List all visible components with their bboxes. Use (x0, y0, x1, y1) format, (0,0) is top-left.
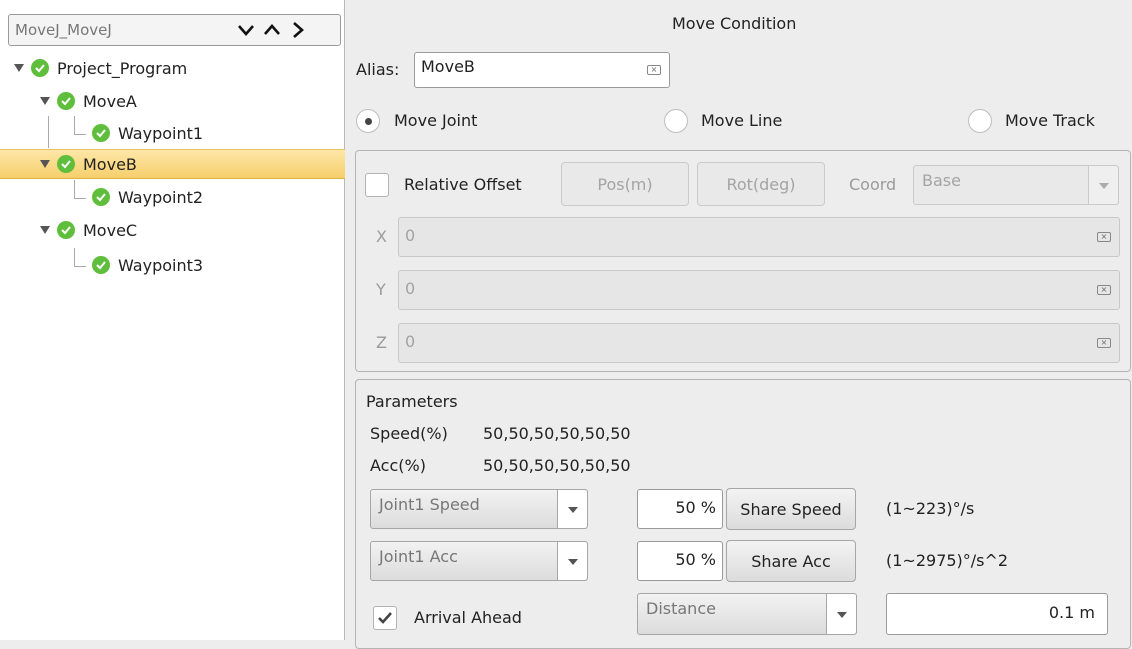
tree-node-label: Waypoint1 (118, 123, 204, 143)
move-line-radio[interactable] (664, 109, 688, 133)
move-track-radio[interactable] (968, 109, 992, 133)
x-input[interactable]: 0 × (398, 217, 1120, 257)
joint-speed-percent-value: 50 % (675, 498, 716, 517)
dropdown-arrow-icon (557, 542, 587, 580)
relative-offset-label: Relative Offset (404, 175, 522, 194)
arrival-distance-input[interactable]: 0.1 m (886, 593, 1108, 635)
check-circle-icon (57, 155, 75, 173)
arrival-mode-select[interactable]: Distance (637, 593, 857, 635)
check-circle-icon (57, 92, 75, 110)
joint-acc-percent-value: 50 % (675, 550, 716, 569)
tree-connector (74, 198, 86, 199)
chevron-down-icon[interactable] (235, 19, 257, 41)
dropdown-arrow-icon (557, 490, 587, 528)
acc-label: Acc(%) (370, 456, 426, 475)
clear-icon[interactable]: × (1097, 232, 1111, 242)
acc-range-label: (1~2975)°/s^2 (886, 551, 1009, 570)
check-circle-icon (92, 124, 110, 142)
panel-title: Move Condition (672, 14, 797, 33)
expand-arrow-icon[interactable] (40, 226, 50, 234)
clear-icon[interactable]: × (647, 65, 661, 75)
chevron-up-icon[interactable] (261, 19, 283, 41)
tree-node-waypoint3[interactable]: Waypoint3 (92, 250, 203, 280)
x-value: 0 (405, 226, 416, 245)
x-label: X (376, 227, 387, 246)
tree-node-label: MoveB (83, 154, 137, 174)
move-joint-radio[interactable] (356, 109, 380, 133)
joint-acc-select-value: Joint1 Acc (379, 547, 458, 566)
coord-value: Base (922, 171, 961, 190)
dropdown-arrow-icon (826, 594, 856, 634)
speed-range-label: (1~223)°/s (886, 499, 975, 518)
clear-icon[interactable]: × (1097, 338, 1111, 348)
clear-icon[interactable]: × (1097, 285, 1111, 295)
check-circle-icon (92, 188, 110, 206)
joint-speed-select-value: Joint1 Speed (379, 495, 480, 514)
z-input[interactable]: 0 × (398, 323, 1120, 363)
program-tree-panel: MoveJ_MoveJ Project_Program MoveA Waypoi… (0, 0, 345, 640)
tree-node-label: Waypoint2 (118, 187, 204, 207)
alias-value: MoveB (421, 57, 475, 76)
share-acc-button[interactable]: Share Acc (726, 540, 856, 582)
joint-speed-select[interactable]: Joint1 Speed (370, 489, 588, 529)
joint-acc-select[interactable]: Joint1 Acc (370, 541, 588, 581)
tree-header-title: MoveJ_MoveJ (15, 21, 112, 39)
tree-connector (74, 248, 75, 266)
y-input[interactable]: 0 × (398, 270, 1120, 310)
arrival-ahead-label: Arrival Ahead (414, 608, 522, 627)
expand-arrow-icon[interactable] (40, 97, 50, 105)
y-value: 0 (405, 279, 416, 298)
parameters-title: Parameters (366, 392, 458, 411)
tree-node-movec[interactable]: MoveC (40, 215, 137, 245)
tree-node-moveb[interactable]: MoveB (40, 149, 137, 179)
move-line-label: Move Line (701, 111, 783, 130)
rot-button[interactable]: Rot(deg) (697, 162, 825, 206)
tree-connector (74, 266, 86, 267)
tree-node-label: Waypoint3 (118, 255, 204, 275)
alias-label: Alias: (356, 60, 400, 79)
tree-node-label: Project_Program (57, 58, 188, 78)
tree-connector (48, 116, 49, 148)
arrival-distance-value: 0.1 m (1048, 603, 1095, 622)
check-circle-icon (31, 59, 49, 77)
chevron-right-icon[interactable] (287, 19, 309, 41)
speed-label: Speed(%) (370, 424, 448, 443)
tree-connector (74, 116, 75, 134)
alias-input[interactable]: MoveB × (414, 52, 670, 88)
tree-node-waypoint2[interactable]: Waypoint2 (92, 182, 203, 212)
tree-node-movea[interactable]: MoveA (40, 86, 137, 116)
tree-connector (74, 134, 86, 135)
joint-speed-percent-input[interactable]: 50 % (637, 489, 723, 529)
tree-node-label: MoveC (83, 220, 138, 240)
z-label: Z (376, 333, 387, 352)
tree-node-project-program[interactable]: Project_Program (14, 53, 187, 83)
dropdown-arrow-icon (1088, 166, 1118, 204)
acc-value: 50,50,50,50,50,50 (483, 456, 631, 475)
tree-connector (74, 180, 75, 198)
move-joint-label: Move Joint (394, 111, 478, 130)
coord-select[interactable]: Base (913, 165, 1119, 205)
arrival-ahead-checkbox[interactable] (373, 606, 397, 630)
pos-button[interactable]: Pos(m) (561, 162, 689, 206)
expand-arrow-icon[interactable] (14, 64, 24, 72)
check-circle-icon (92, 256, 110, 274)
check-circle-icon (57, 221, 75, 239)
z-value: 0 (405, 332, 416, 351)
tree-node-waypoint1[interactable]: Waypoint1 (92, 118, 203, 148)
arrival-mode-value: Distance (646, 599, 716, 618)
checkmark-icon (378, 612, 392, 624)
move-track-label: Move Track (1005, 111, 1095, 130)
y-label: Y (376, 280, 386, 299)
joint-acc-percent-input[interactable]: 50 % (637, 541, 723, 581)
relative-offset-checkbox[interactable] (365, 173, 389, 197)
speed-value: 50,50,50,50,50,50 (483, 424, 631, 443)
tree-header: MoveJ_MoveJ (8, 14, 341, 46)
tree-node-label: MoveA (83, 91, 137, 111)
coord-label: Coord (849, 175, 897, 194)
share-speed-button[interactable]: Share Speed (726, 488, 856, 530)
expand-arrow-icon[interactable] (40, 160, 50, 168)
